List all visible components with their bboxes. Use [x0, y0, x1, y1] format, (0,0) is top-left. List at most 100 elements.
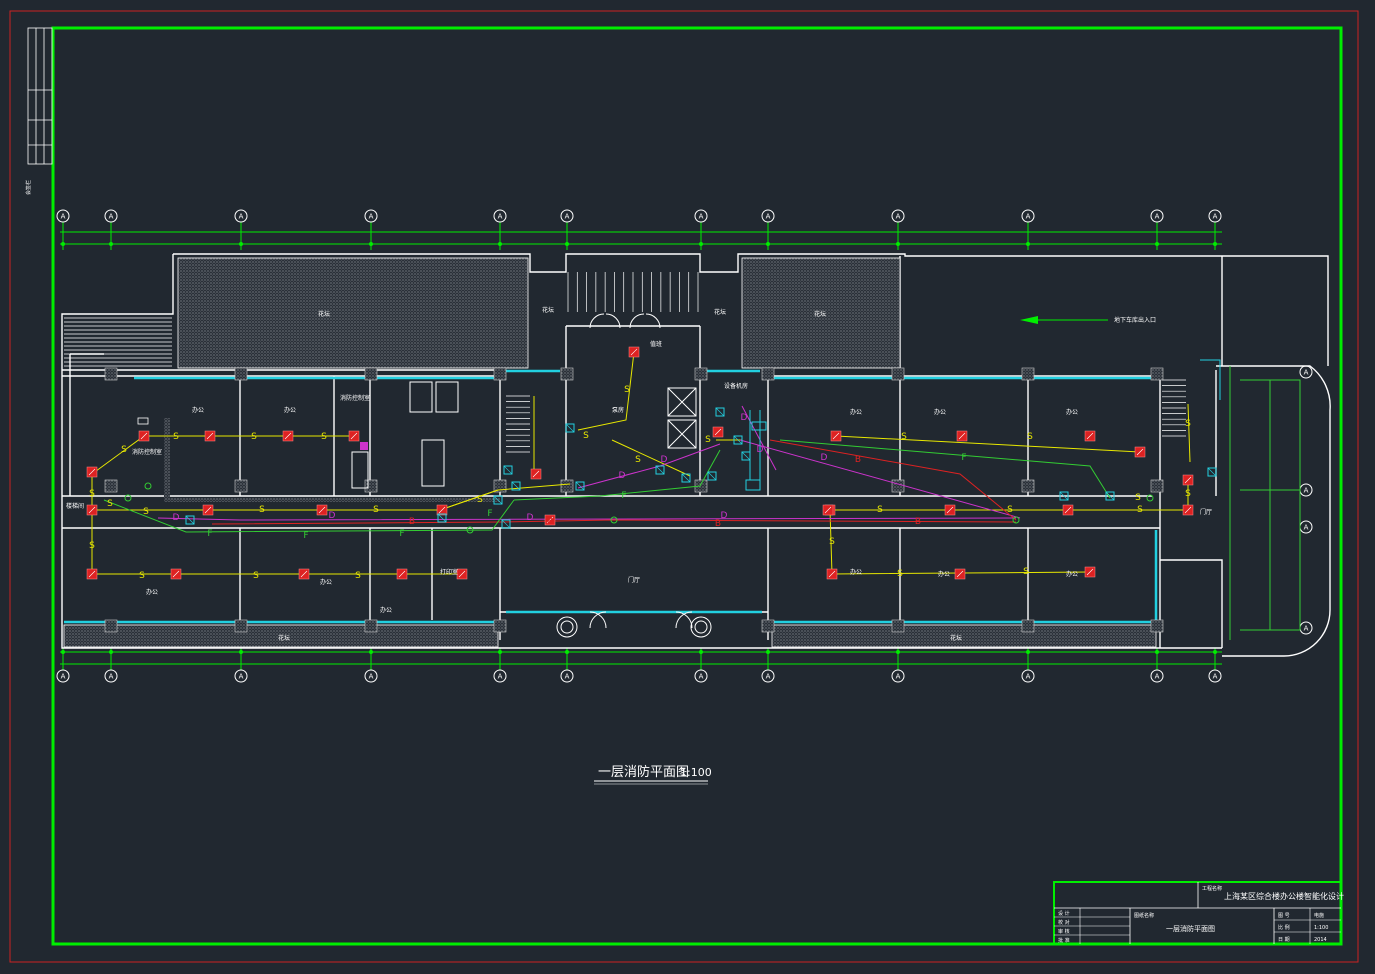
room-office-7: 办公: [320, 578, 332, 586]
room-mech: 设备机房: [724, 382, 748, 390]
axis-bubble-label: A: [699, 673, 704, 681]
fire-alarm-device: [712, 426, 724, 438]
wire-label-smoke: S: [705, 435, 711, 445]
room-garden-3: 花坛: [542, 306, 554, 314]
room-office-6: 办公: [146, 588, 158, 596]
axis-bubble-label: A: [565, 673, 570, 681]
axis-bubbles-right: A A A A: [1299, 365, 1313, 635]
column: [104, 619, 118, 633]
fire-alarm-device: [282, 430, 294, 442]
axis-bubble-label: A: [1304, 625, 1309, 633]
room-duty: 值班: [650, 340, 662, 348]
axis-bubble-label: A: [239, 673, 244, 681]
axis-bubble-label: A: [61, 213, 66, 221]
axis-bubble-label: A: [1304, 487, 1309, 495]
wire-label-smoke: S: [901, 432, 907, 442]
wire-label-smoke: S: [121, 445, 127, 455]
wire-label-smoke: S: [583, 431, 589, 441]
axis-bubble-label: A: [1155, 213, 1160, 221]
magenta-device: [360, 442, 368, 450]
axis-bubble-label: A: [498, 213, 503, 221]
wire-label-heat: D: [661, 455, 668, 465]
room-garden-2: 花坛: [814, 310, 826, 318]
module-device: [503, 465, 513, 475]
axis-bubble-right: A: [1299, 483, 1313, 497]
room-entrance: 门厅: [1200, 508, 1212, 516]
column: [1021, 367, 1035, 381]
wire-label-fire: F: [207, 529, 212, 539]
title-block-drawing-label: 图纸名称: [1134, 912, 1154, 919]
wire-label-smoke: S: [89, 541, 95, 551]
fire-alarm-device: [1084, 566, 1096, 578]
drawing-title-group: 一层消防平面图 1:100: [594, 764, 712, 785]
room-pump: 泵房: [612, 406, 624, 414]
wire-label-smoke: S: [107, 499, 113, 509]
planter-areas: [63, 257, 1157, 648]
wire-label-smoke: S: [355, 571, 361, 581]
panel-box: [745, 479, 761, 491]
column: [234, 479, 248, 493]
wire-label-smoke: S: [1185, 419, 1191, 429]
wire-label-heat: D: [821, 453, 828, 463]
column: [560, 479, 574, 493]
fire-alarm-device: [830, 430, 842, 442]
axis-bubble-label: A: [1304, 524, 1309, 532]
fire-alarm-device: [1182, 504, 1194, 516]
fire-alarm-device: [170, 568, 182, 580]
wire-label-heat: D: [721, 511, 728, 521]
column: [694, 367, 708, 381]
wire-label-smoke: S: [1007, 505, 1013, 515]
column: [1021, 479, 1035, 493]
room-fire-control: 消防控制室: [132, 448, 162, 456]
column: [1150, 479, 1164, 493]
fire-alarm-device: [86, 504, 98, 516]
axis-bubble-label: A: [498, 673, 503, 681]
title-block-right-1: 图 号: [1278, 913, 1290, 919]
axis-bubble-top: A: [891, 209, 905, 223]
title-block: 工程名称 上海某区综合楼办公楼智能化设计 图纸名称 一层消防平面图 设 计 校 …: [1053, 881, 1344, 945]
column: [493, 367, 507, 381]
wire-label-smoke: S: [373, 505, 379, 515]
axis-bubble-bottom: A: [364, 669, 378, 683]
axis-bubble-label: A: [766, 673, 771, 681]
fire-alarm-device: [956, 430, 968, 442]
axis-bubble-top: A: [761, 209, 775, 223]
axis-bubble-top: A: [493, 209, 507, 223]
title-block-row-3: 审 核: [1058, 928, 1070, 935]
axis-bubble-label: A: [699, 213, 704, 221]
axis-bubble-label: A: [109, 673, 114, 681]
wire-label-smoke: S: [139, 571, 145, 581]
garage-arrow: [1020, 316, 1108, 324]
wire-label-smoke: S: [173, 432, 179, 442]
axis-bubble-label: A: [1026, 213, 1031, 221]
wire-label-smoke: S: [877, 505, 883, 515]
wire-label-smoke: S: [89, 489, 95, 499]
title-block-right-2: 比 例: [1278, 924, 1290, 931]
room-lobby: 门厅: [628, 576, 640, 584]
room-office-10: 办公: [938, 570, 950, 578]
module-device: [707, 471, 717, 481]
fire-alarm-device: [202, 504, 214, 516]
room-vert-left: 楼梯间: [66, 502, 84, 510]
column: [493, 619, 507, 633]
title-block-right-3: 日 期: [1278, 937, 1290, 943]
wire-label-broadcast: B: [547, 517, 553, 527]
module-device: [715, 407, 725, 417]
axis-bubble-label: A: [369, 673, 374, 681]
wire-label-smoke: S: [897, 569, 903, 579]
wire-label-fire: F: [303, 531, 308, 541]
wire-label-heat: D: [619, 471, 626, 481]
column: [364, 367, 378, 381]
room-office-11: 办公: [1066, 570, 1078, 578]
room-office-1: 办公: [192, 406, 204, 414]
column: [891, 479, 905, 493]
module-device: [575, 481, 585, 491]
column: [364, 619, 378, 633]
room-garden-4: 花坛: [714, 308, 726, 316]
axis-bubble-top: A: [364, 209, 378, 223]
axis-bubble-bottom: A: [761, 669, 775, 683]
wire-label-broadcast: B: [715, 519, 721, 529]
fire-alarm-device: [530, 468, 542, 480]
room-office-3: 办公: [850, 408, 862, 416]
column: [1021, 619, 1035, 633]
